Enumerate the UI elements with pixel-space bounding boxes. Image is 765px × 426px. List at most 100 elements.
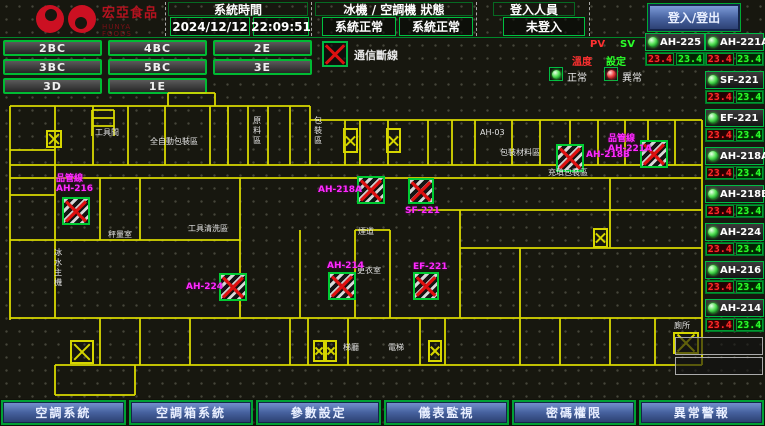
sidebar-unit-SF-221[interactable]: SF-221 xyxy=(705,71,764,89)
status-led-icon xyxy=(708,265,718,275)
sidebar-unit-values-AH-214: 23.423.4 xyxy=(705,318,764,332)
floorplan: 工具間全自動包裝區原料區包裝區AH-03包裝材料區充填包裝區秤量室工具清洗區冰水… xyxy=(0,90,706,402)
room-label: 煙道 xyxy=(358,227,374,237)
machine-status-label: 冰機 / 空調機 狀態 xyxy=(315,2,473,16)
sidebar-unit-values-AH-225: 23.423.4 xyxy=(645,52,705,66)
sidebar-unit-values-AH-218A: 23.423.4 xyxy=(705,166,764,180)
temp-label: 溫度 xyxy=(572,53,592,68)
sv-value: 23.4 xyxy=(736,167,764,179)
floor-button-5BC[interactable]: 5BC xyxy=(108,59,207,75)
room-label: 冰水主機 xyxy=(53,248,63,288)
room-label: 電梯 xyxy=(388,343,404,353)
sidebar-unit-values-AH-224: 23.423.4 xyxy=(705,242,764,256)
floor-button-2E[interactable]: 2E xyxy=(213,40,312,56)
sidebar-unit-EF-221[interactable]: EF-221 xyxy=(705,109,764,127)
unit-label-AH-218A: AH-218A xyxy=(318,185,362,195)
header-separator xyxy=(165,2,166,36)
abnormal-led-icon xyxy=(604,67,618,81)
unit-offline-icon-EF-221[interactable] xyxy=(413,272,439,300)
sv-value: 23.4 xyxy=(736,281,764,293)
comm-error-label: 通信斷線 xyxy=(354,47,398,63)
unit-label-AH-214: AH-214 xyxy=(327,261,364,271)
sidebar-unit-values-EF-221: 23.423.4 xyxy=(705,128,764,142)
nav-button-參數設定[interactable]: 參數設定 xyxy=(258,402,379,423)
sv-label: SV xyxy=(620,39,635,50)
shaft-x-icon xyxy=(593,228,608,248)
floor-select-buttons: 2BC4BC2E3BC5BC3E3D1E xyxy=(1,40,315,96)
sidebar-unit-AH-225[interactable]: AH-225 xyxy=(645,33,705,51)
logo-mark-icon xyxy=(36,5,64,33)
unit-offline-icon-SF-221[interactable] xyxy=(408,178,434,204)
sv-value: 23.4 xyxy=(736,91,764,103)
shaft-x-icon xyxy=(313,340,325,362)
status-led-icon xyxy=(708,113,718,123)
shaft-x-icon xyxy=(386,128,401,153)
sidebar-unit-AH-216[interactable]: AH-216 xyxy=(705,261,764,279)
login-user-value: 未登入 xyxy=(503,17,585,36)
pv-value: 23.4 xyxy=(706,53,734,65)
unit-label-AH-221A: 品管線AH-221A xyxy=(608,134,652,155)
nav-button-異常警報[interactable]: 異常警報 xyxy=(641,402,762,423)
sidebar-unit-AH-224[interactable]: AH-224 xyxy=(705,223,764,241)
hmi-screen: 宏亞食品 HUNYA FOODS 系統時間 2024/12/12 22:09:5… xyxy=(0,0,765,426)
floor-button-3BC[interactable]: 3BC xyxy=(3,59,102,75)
shaft-x-icon xyxy=(343,128,358,153)
status-led-icon xyxy=(708,303,718,313)
sv-value: 23.4 xyxy=(736,319,764,331)
pv-value: 23.4 xyxy=(706,167,734,179)
sidebar-unit-values-AH-221A: 23.423.4 xyxy=(705,52,764,66)
abnormal-legend-label: 異常 xyxy=(622,69,642,84)
login-user-label: 登入人員 xyxy=(493,2,575,16)
normal-legend-label: 正常 xyxy=(567,69,587,84)
chiller-status-value: 系統正常 xyxy=(322,17,396,36)
floor-button-3E[interactable]: 3E xyxy=(213,59,312,75)
login-logout-button[interactable]: 登入/登出 xyxy=(648,4,740,31)
unit-label-SF-221: SF-221 xyxy=(405,206,440,216)
pv-value: 23.4 xyxy=(706,129,734,141)
system-time-label: 系統時間 xyxy=(168,2,308,16)
sidebar-unit-AH-218A[interactable]: AH-218A xyxy=(705,147,764,165)
shaft-x-icon xyxy=(46,130,62,148)
unit-label-AH-224: AH-224 xyxy=(186,282,223,292)
sidebar-unit-AH-218B[interactable]: AH-218B xyxy=(705,185,764,203)
unit-offline-icon-AH-214[interactable] xyxy=(328,272,356,300)
room-label: 包裝區 xyxy=(313,116,323,146)
pv-value: 23.4 xyxy=(706,91,734,103)
sv-value: 23.4 xyxy=(736,129,764,141)
sidebar-unit-values-SF-221: 23.423.4 xyxy=(705,90,764,104)
company-logo: 宏亞食品 HUNYA FOODS xyxy=(0,0,164,38)
unit-offline-icon-AH-216[interactable] xyxy=(62,197,90,225)
sidebar-unit-values-AH-216: 23.423.4 xyxy=(705,280,764,294)
sidebar-empty-slot xyxy=(675,357,763,375)
room-label: 工具清洗區 xyxy=(188,224,228,234)
status-led-icon xyxy=(708,227,718,237)
shaft-x-icon xyxy=(325,340,337,362)
pv-value: 23.4 xyxy=(706,243,734,255)
room-label: 充填包裝區 xyxy=(548,168,588,178)
nav-button-空調箱系統[interactable]: 空調箱系統 xyxy=(131,402,252,423)
floor-button-2BC[interactable]: 2BC xyxy=(3,40,102,56)
status-led-icon xyxy=(648,37,658,47)
status-led-icon xyxy=(708,151,718,161)
room-label: AH-03 xyxy=(480,128,505,138)
room-label: 包裝材料區 xyxy=(500,148,540,158)
floor-button-4BC[interactable]: 4BC xyxy=(108,40,207,56)
comm-error-icon xyxy=(322,41,348,67)
set-label: 設定 xyxy=(606,53,626,68)
nav-button-密碼權限[interactable]: 密碼權限 xyxy=(514,402,635,423)
room-label: 秤量室 xyxy=(108,230,132,240)
unit-label-AH-216: 品管線AH-216 xyxy=(56,174,93,195)
nav-button-儀表監視[interactable]: 儀表監視 xyxy=(386,402,507,423)
nav-button-空調系統[interactable]: 空調系統 xyxy=(3,402,124,423)
system-time-value: 22:09:51 xyxy=(253,17,309,36)
header-separator xyxy=(476,2,477,36)
unit-offline-icon-AH-224[interactable] xyxy=(219,273,247,301)
sidebar-unit-AH-214[interactable]: AH-214 xyxy=(705,299,764,317)
logo-mark-icon xyxy=(68,5,96,33)
sidebar-unit-AH-221A[interactable]: AH-221A xyxy=(705,33,764,51)
header-separator xyxy=(311,2,312,36)
pv-label: PV xyxy=(590,39,605,50)
sv-value: 23.4 xyxy=(736,243,764,255)
status-led-icon xyxy=(708,189,718,199)
room-label: 全自動包裝區 xyxy=(150,137,198,147)
